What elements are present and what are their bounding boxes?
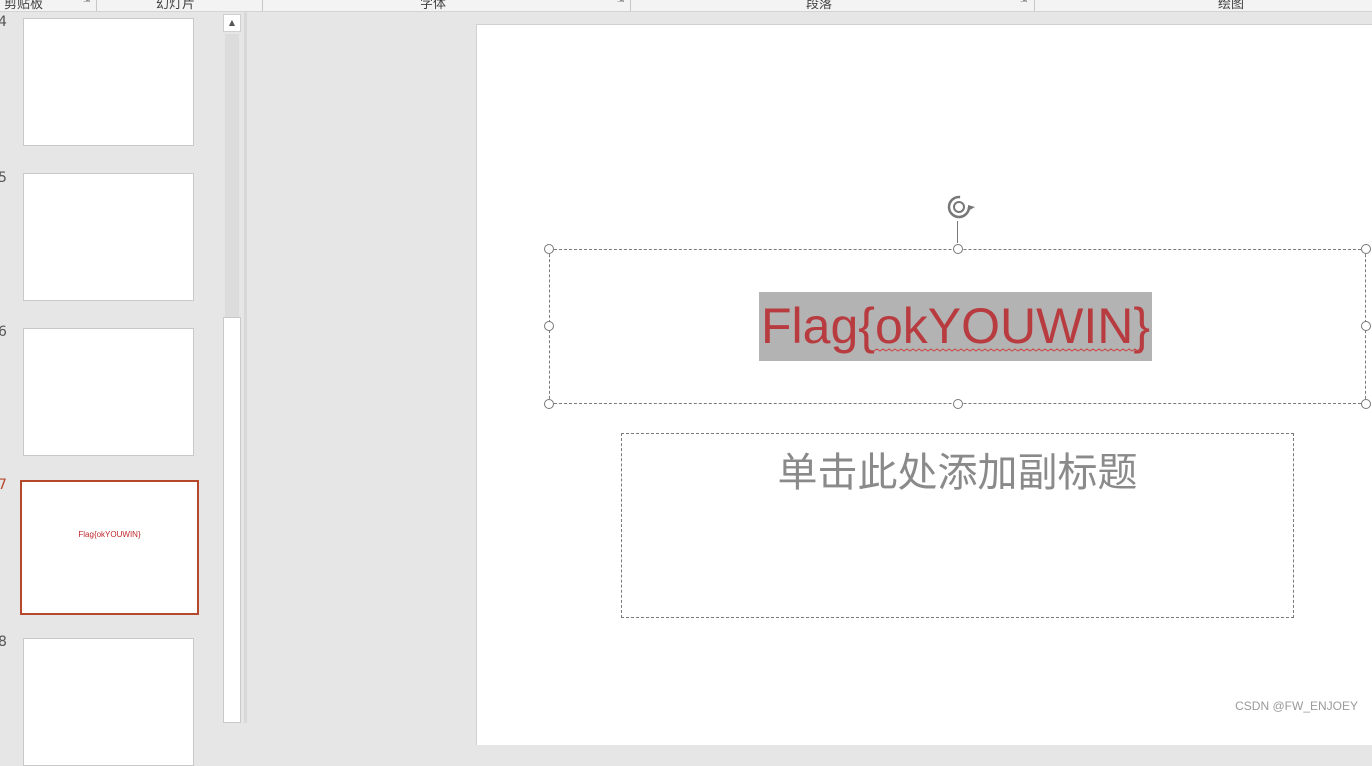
slide-thumbnail-8[interactable]: [23, 638, 194, 766]
ribbon-group-labels: 剪贴板 ⇲ 幻灯片 字体 ⇲ 段落 ⇲ 绘图: [0, 0, 1372, 12]
resize-handle-top-right[interactable]: [1361, 244, 1371, 254]
spellcheck-underline: [874, 348, 1140, 352]
scroll-track[interactable]: [225, 34, 239, 317]
resize-handle-bottom-right[interactable]: [1361, 399, 1371, 409]
slide-thumbnail-7[interactable]: Flag{okYOUWIN}: [20, 480, 199, 615]
ribbon-separator: [1034, 0, 1035, 11]
ribbon-group-drawing: 绘图: [1218, 0, 1245, 12]
watermark: CSDN @FW_ENJOEY: [1235, 699, 1358, 713]
thumbnails-scrollbar[interactable]: ▲: [222, 12, 242, 723]
subtitle-placeholder-text[interactable]: 单击此处添加副标题: [622, 440, 1293, 498]
resize-handle-left[interactable]: [544, 321, 554, 331]
panel-divider[interactable]: [244, 12, 247, 723]
ribbon-group-font: 字体: [420, 0, 447, 12]
slide-thumbnails-panel: 4 5 6 7 Flag{okYOUWIN} 8: [0, 12, 222, 766]
resize-handle-top-left[interactable]: [544, 244, 554, 254]
slide-thumbnail-4[interactable]: [23, 18, 194, 146]
title-placeholder[interactable]: Flag{okYOUWIN}: [549, 249, 1366, 404]
ribbon-separator: [96, 0, 97, 11]
rotate-handle-icon[interactable]: [944, 191, 978, 225]
dialog-launcher-icon[interactable]: ⇲: [1020, 0, 1029, 5]
resize-handle-right[interactable]: [1361, 321, 1371, 331]
dialog-launcher-icon[interactable]: ⇲: [617, 0, 626, 5]
rotate-connector-line: [957, 221, 958, 243]
slide-canvas[interactable]: Flag{okYOUWIN} 单击此处添加副标题: [476, 24, 1372, 745]
ribbon-separator: [630, 0, 631, 11]
slide-thumbnail-5[interactable]: [23, 173, 194, 301]
slide-title-text[interactable]: Flag{okYOUWIN}: [761, 298, 1150, 354]
thumbnail-title-text: Flag{okYOUWIN}: [78, 530, 141, 539]
ribbon-group-slides: 幻灯片: [156, 0, 196, 12]
slide-number: 6: [0, 324, 7, 340]
slide-number: 4: [0, 14, 7, 30]
scroll-thumb[interactable]: [223, 317, 241, 723]
slide-number: 7: [0, 477, 7, 493]
ribbon-group-clipboard: 剪贴板: [4, 0, 44, 12]
resize-handle-bottom[interactable]: [953, 399, 963, 409]
selected-text-highlight: Flag{okYOUWIN}: [759, 292, 1153, 361]
resize-handle-top[interactable]: [953, 244, 963, 254]
scroll-up-arrow-icon[interactable]: ▲: [223, 14, 241, 32]
dialog-launcher-icon[interactable]: ⇲: [83, 0, 92, 5]
slide-number: 8: [0, 634, 7, 650]
slide-thumbnail-6[interactable]: [23, 328, 194, 456]
resize-handle-bottom-left[interactable]: [544, 399, 554, 409]
slide-number: 5: [0, 170, 7, 186]
ribbon-separator: [262, 0, 263, 11]
ribbon-group-paragraph: 段落: [806, 0, 833, 12]
subtitle-placeholder[interactable]: 单击此处添加副标题: [621, 433, 1294, 618]
